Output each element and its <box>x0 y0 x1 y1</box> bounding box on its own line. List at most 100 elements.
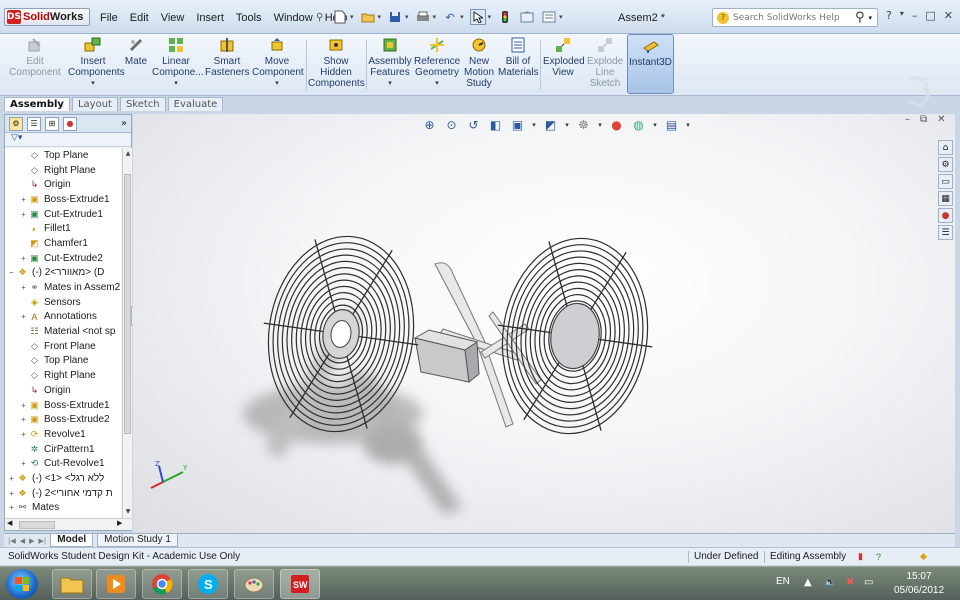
tree-expander-icon[interactable]: + <box>19 430 28 439</box>
print-dropdown-icon[interactable]: ▾ <box>433 13 437 21</box>
minimize-icon[interactable]: – <box>912 9 918 22</box>
menu-window[interactable]: Window <box>274 12 313 24</box>
menu-file[interactable]: File <box>100 12 118 24</box>
tree-expander-icon[interactable]: + <box>19 401 28 410</box>
menu-insert[interactable]: Insert <box>196 12 224 24</box>
scroll-left-icon[interactable]: ◀ <box>7 519 12 527</box>
new-dropdown-icon[interactable]: ▾ <box>350 13 354 21</box>
tree-item[interactable]: ◇ Top Plane <box>5 354 121 369</box>
tree-item[interactable]: ◇ Top Plane <box>5 148 121 163</box>
tree-expander-icon[interactable]: + <box>7 474 16 483</box>
chrome-icon[interactable] <box>142 569 182 599</box>
paint-icon[interactable] <box>234 569 274 599</box>
select-dropdown-icon[interactable]: ▾ <box>488 13 492 21</box>
move-component-button[interactable]: Move Component ▾ <box>252 34 304 94</box>
tree-item[interactable]: ◈ Sensors <box>5 295 121 310</box>
skype-icon[interactable]: S <box>188 569 228 599</box>
reference-geometry-dropdown-icon[interactable]: ▾ <box>435 78 439 89</box>
solidworks-icon[interactable]: SW <box>280 569 320 599</box>
tree-item[interactable]: + ⚭ Mates in Assem2 <box>5 280 121 295</box>
power-icon[interactable]: ▭ <box>864 577 873 588</box>
exploded-view-button[interactable]: Exploded View <box>542 34 585 94</box>
network-icon[interactable]: ✖ <box>846 577 854 588</box>
tree-item[interactable]: ☷ Material <not sp <box>5 324 121 339</box>
tree-expander-icon[interactable]: + <box>19 283 28 292</box>
tree-item[interactable]: ◇ Right Plane <box>5 368 121 383</box>
tree-expander-icon[interactable]: + <box>19 195 28 204</box>
tree-expander-icon[interactable]: + <box>7 503 16 512</box>
tab-evaluate[interactable]: Evaluate <box>167 97 224 111</box>
panel-expand-icon[interactable]: » <box>121 118 127 129</box>
hscroll-thumb[interactable] <box>19 521 55 529</box>
tree-expander-icon[interactable]: + <box>19 415 28 424</box>
tree-item[interactable]: ↳ Origin <box>5 383 121 398</box>
tab-motion-study[interactable]: Motion Study 1 <box>97 534 178 547</box>
tree-vertical-scrollbar[interactable]: ▲ ▼ <box>122 148 132 518</box>
scroll-up-icon[interactable]: ▲ <box>123 150 133 157</box>
pin-icon[interactable]: ⚲ <box>316 12 323 23</box>
help-status-icon[interactable]: ? <box>876 552 881 562</box>
insert-components-dropdown-icon[interactable]: ▾ <box>91 78 95 89</box>
tree-item[interactable]: + ⚯ Mates <box>5 501 121 516</box>
move-component-dropdown-icon[interactable]: ▾ <box>275 78 279 89</box>
last-tab-icon[interactable]: ▶| <box>39 537 47 545</box>
property-manager-tab-icon[interactable]: ☰ <box>27 116 41 131</box>
tree-item[interactable]: + ▣ Boss-Extrude1 <box>5 192 121 207</box>
scroll-down-icon[interactable]: ▼ <box>123 508 133 515</box>
tree-item[interactable]: ◩ Chamfer1 <box>5 236 121 251</box>
tree-expander-icon[interactable]: + <box>19 312 28 321</box>
tree-item[interactable]: + ❖ (-) <ללא רגל> <1 <box>5 471 121 486</box>
prev-tab-icon[interactable]: ◀ <box>20 537 25 545</box>
linear-component-pattern-button[interactable]: Linear Compone... ▾ <box>152 34 204 94</box>
quick-tips-icon[interactable]: ◆ <box>920 551 927 562</box>
linear-pattern-dropdown-icon[interactable]: ▾ <box>174 78 178 89</box>
open-folder-icon[interactable] <box>360 9 376 25</box>
tree-item[interactable]: + ⟲ Cut-Revolve1 <box>5 456 121 471</box>
rebuild-indicator-icon[interactable]: ▮ <box>858 551 863 562</box>
mate-button[interactable]: Mate <box>124 34 148 94</box>
menu-edit[interactable]: Edit <box>130 12 149 24</box>
search-icon[interactable]: ⚲ <box>855 10 865 25</box>
tab-layout[interactable]: Layout <box>71 97 118 111</box>
tab-sketch[interactable]: Sketch <box>119 97 166 111</box>
tree-item[interactable]: + ▣ Boss-Extrude2 <box>5 412 121 427</box>
scroll-thumb[interactable] <box>124 174 131 434</box>
save-dropdown-icon[interactable]: ▾ <box>405 13 409 21</box>
file-properties-icon[interactable] <box>519 9 535 25</box>
menu-view[interactable]: View <box>161 12 185 24</box>
bill-of-materials-button[interactable]: Bill of Materials <box>498 34 539 94</box>
tree-item[interactable]: ✲ CirPattern1 <box>5 442 121 457</box>
rebuild-icon[interactable] <box>497 9 513 25</box>
tree-item[interactable]: + ▣ Cut-Extrude2 <box>5 251 121 266</box>
print-icon[interactable] <box>415 9 431 25</box>
tree-expander-icon[interactable]: + <box>7 489 16 498</box>
search-dropdown-icon[interactable]: ▾ <box>869 14 873 22</box>
undo-dropdown-icon[interactable]: ▾ <box>460 13 464 21</box>
tree-item[interactable]: + ▣ Boss-Extrude1 <box>5 398 121 413</box>
close-icon[interactable]: ✕ <box>944 9 953 22</box>
explode-line-sketch-button[interactable]: Explode Line Sketch <box>586 34 624 94</box>
media-player-icon[interactable] <box>96 569 136 599</box>
tree-item[interactable]: ◇ Front Plane <box>5 339 121 354</box>
first-tab-icon[interactable]: |◀ <box>8 537 16 545</box>
new-document-icon[interactable] <box>332 9 348 25</box>
volume-icon[interactable]: 🔈 <box>824 577 836 588</box>
help-dropdown-icon[interactable]: ▾ <box>900 9 904 22</box>
tree-expander-icon[interactable]: + <box>19 459 28 468</box>
smart-fasteners-button[interactable]: Smart Fasteners <box>204 34 250 94</box>
tree-expander-icon[interactable]: + <box>19 254 28 263</box>
tree-horizontal-scrollbar[interactable]: ◀ ▶ <box>5 518 132 530</box>
tree-item[interactable]: + A Annotations <box>5 310 121 325</box>
graphics-area[interactable]: ⊕ ⊙ ↺ ◧ ▣ ▾ ◩ ▾ ☸ ▾ ● ◍ ▾ ▤ ▾ – ⧉ ✕ ⌂ ⚙ … <box>133 114 955 533</box>
tree-item[interactable]: + ❖ (-) 2<ת קדמי אחורי <box>5 486 121 501</box>
feature-manager-tab-icon[interactable]: ⚙ <box>9 116 23 131</box>
save-icon[interactable] <box>387 9 403 25</box>
start-button[interactable] <box>6 569 38 599</box>
assembly-features-dropdown-icon[interactable]: ▾ <box>388 78 392 89</box>
options-icon[interactable] <box>541 9 557 25</box>
scroll-right-icon[interactable]: ▶ <box>117 519 122 527</box>
instant3d-button[interactable]: Instant3D <box>627 34 674 94</box>
tree-item[interactable]: ↳ Origin <box>5 177 121 192</box>
edit-component-button[interactable]: Edit Component <box>6 34 64 94</box>
tree-item[interactable]: + ▣ Cut-Extrude1 <box>5 207 121 222</box>
